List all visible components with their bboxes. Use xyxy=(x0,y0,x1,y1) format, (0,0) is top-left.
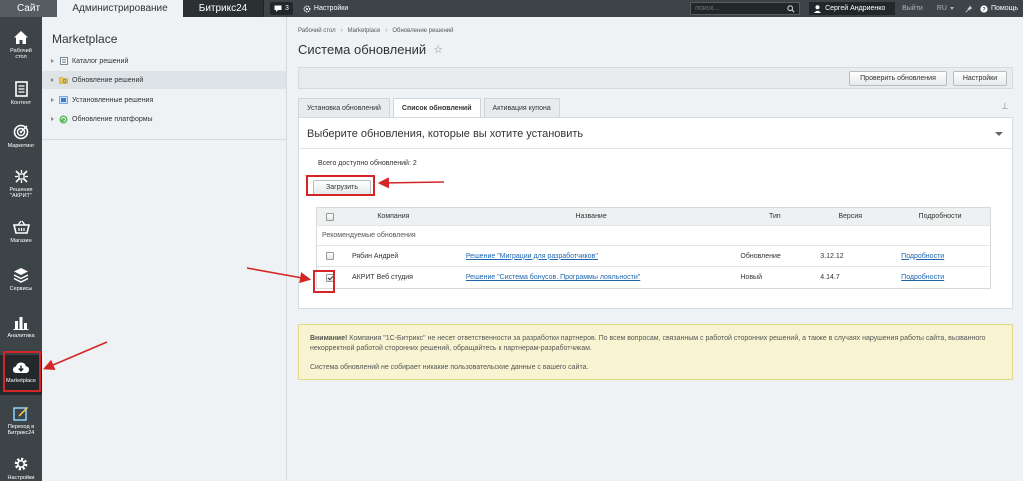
annotation-arrows xyxy=(43,177,445,371)
annotation-arrow-checkbox xyxy=(246,267,312,284)
annotation-arrow-load xyxy=(377,177,445,189)
annotation-arrow-marketplace xyxy=(43,341,108,371)
